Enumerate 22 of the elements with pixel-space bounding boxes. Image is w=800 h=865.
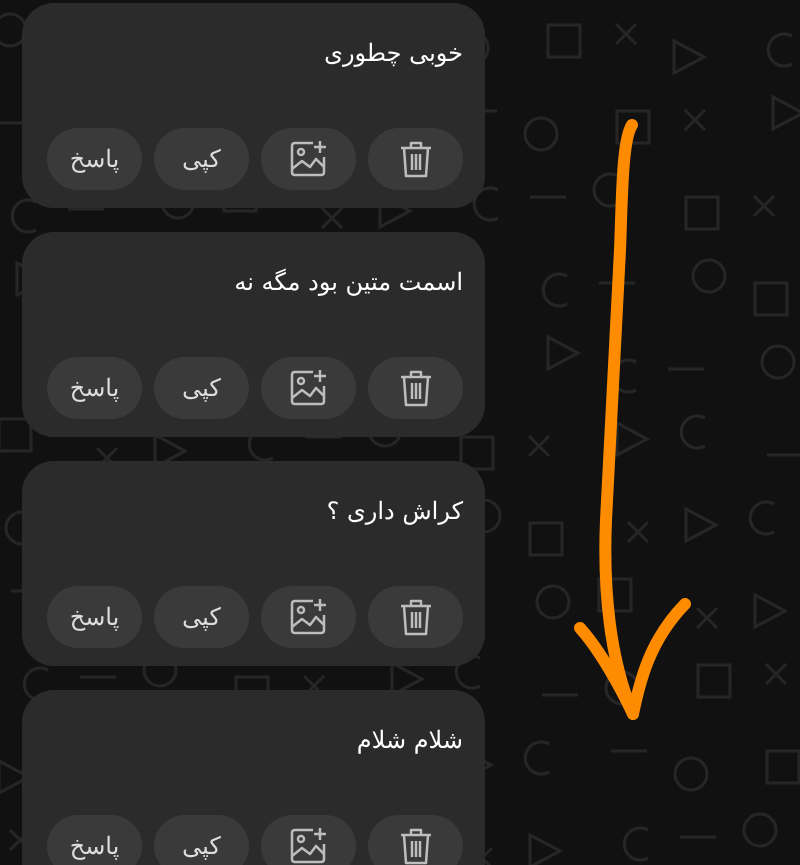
message-text: شلام شلام — [356, 725, 463, 756]
image-add-icon — [288, 826, 328, 865]
reply-button[interactable]: پاسخ — [47, 357, 142, 419]
image-add-icon — [288, 139, 328, 179]
copy-button[interactable]: کپی — [154, 357, 249, 419]
trash-icon — [398, 827, 432, 865]
message-text: خوبی چطوری — [323, 38, 463, 69]
reply-button[interactable]: پاسخ — [47, 586, 142, 648]
image-add-icon — [288, 597, 328, 637]
reply-button[interactable]: پاسخ — [47, 815, 142, 865]
copy-button[interactable]: کپی — [154, 815, 249, 865]
trash-icon — [398, 140, 432, 178]
message-text: اسمت متین بود مگه نه — [233, 267, 463, 298]
trash-icon — [398, 369, 432, 407]
copy-button[interactable]: کپی — [154, 128, 249, 190]
copy-button[interactable]: کپی — [154, 586, 249, 648]
image-add-icon — [288, 368, 328, 408]
add-image-button[interactable] — [261, 815, 356, 865]
trash-icon — [398, 598, 432, 636]
reply-button[interactable]: پاسخ — [47, 128, 142, 190]
message-text: کراش داری ؟ — [326, 496, 463, 527]
delete-button[interactable] — [368, 815, 463, 865]
